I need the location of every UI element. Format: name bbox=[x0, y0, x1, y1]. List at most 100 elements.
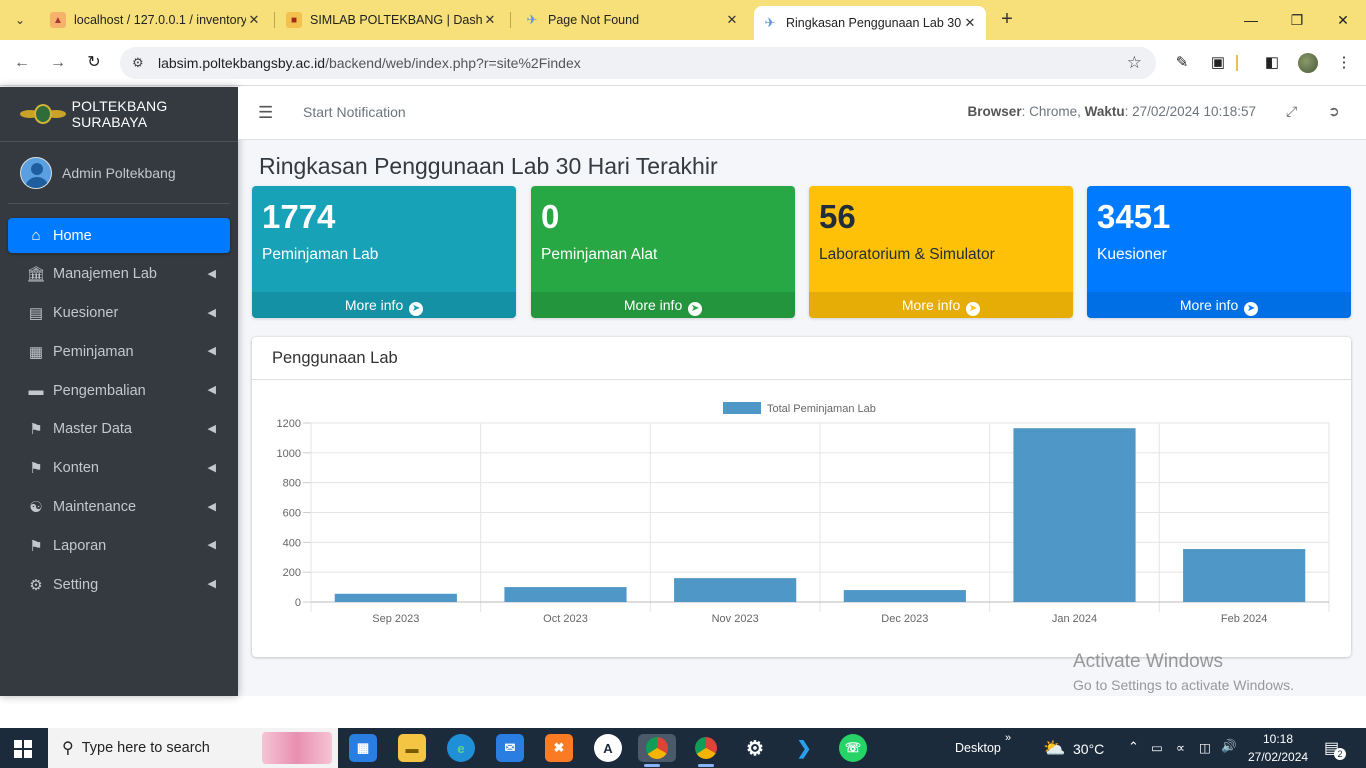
back-arrow-icon[interactable]: ← bbox=[10, 51, 34, 75]
chart-container: Total Peminjaman Lab 0 200 400 600 800 1000 120… bbox=[252, 381, 1351, 657]
sidebar-item-maintenance[interactable]: ☯ Maintenance ◀ bbox=[8, 490, 230, 525]
x-tick-label: Dec 2023 bbox=[881, 613, 928, 625]
app-launcher-icon[interactable]: A bbox=[594, 734, 622, 762]
x-tick-label: Jan 2024 bbox=[1052, 613, 1097, 625]
browser-toolbar: ← → ↻ ⚙ labsim.poltekbangsby.ac.id/backe… bbox=[0, 40, 1366, 86]
x-tick-label: Sep 2023 bbox=[372, 613, 419, 625]
sidebar-item-master-data[interactable]: ⚑ Master Data ◀ bbox=[8, 412, 230, 447]
forward-arrow-icon[interactable]: → bbox=[46, 51, 70, 75]
address-bar[interactable]: ⚙ labsim.poltekbangsby.ac.id/backend/web… bbox=[120, 47, 1156, 79]
clock-time[interactable]: 10:18 bbox=[1263, 732, 1293, 746]
lab-usage-bar-chart: Total Peminjaman Lab 0 200 400 600 800 1000 120… bbox=[277, 402, 1330, 625]
start-notification-link[interactable]: Start Notification bbox=[303, 104, 406, 120]
brand[interactable]: POLTEKBANG SURABAYA bbox=[0, 87, 238, 142]
sidebar-item-konten[interactable]: ⚑ Konten ◀ bbox=[8, 451, 230, 486]
arrow-circle-right-icon: ➤ bbox=[966, 302, 981, 316]
file-explorer-icon[interactable]: ▬ bbox=[398, 734, 426, 762]
store-app-icon[interactable]: ▦ bbox=[349, 734, 377, 762]
browser-tab-active[interactable]: ✈ Ringkasan Penggunaan Lab 30 ✕ bbox=[754, 6, 986, 40]
users-icon: ☯ bbox=[29, 499, 43, 517]
edge-browser-icon[interactable]: e bbox=[447, 734, 475, 762]
profile-avatar[interactable] bbox=[1298, 53, 1318, 73]
desktop-toolbar-label[interactable]: Desktop bbox=[955, 741, 1001, 755]
close-tab-icon[interactable]: ✕ bbox=[724, 12, 740, 28]
sidebar-item-kuesioner[interactable]: ▤ Kuesioner ◀ bbox=[8, 296, 230, 331]
browser-tab-page-not-found[interactable]: ✈ Page Not Found ✕ bbox=[516, 6, 748, 34]
hamburger-menu-icon[interactable]: ☰ bbox=[258, 103, 273, 123]
brand-text: POLTEKBANG SURABAYA bbox=[71, 98, 168, 130]
vscode-icon[interactable]: ❯ bbox=[790, 734, 818, 762]
user-panel[interactable]: Admin Poltekbang bbox=[8, 142, 230, 204]
weather-icon[interactable]: ⛅ bbox=[1043, 738, 1065, 759]
tab-title: SIMLAB POLTEKBANG | Dashbo bbox=[310, 13, 482, 27]
reload-icon[interactable]: ↻ bbox=[82, 51, 106, 75]
volume-icon[interactable]: 🔊 bbox=[1221, 739, 1237, 754]
more-info-link[interactable]: More info ➤ bbox=[531, 292, 795, 318]
legend-label: Total Peminjaman Lab bbox=[767, 403, 876, 415]
tab-title: Page Not Found bbox=[548, 13, 640, 27]
sidebar-item-manajemen-lab[interactable]: 🏛 Manajemen Lab ◀ bbox=[8, 257, 230, 292]
restore-window-icon[interactable]: ❐ bbox=[1282, 8, 1312, 32]
wifi-icon[interactable]: ∝ bbox=[1176, 740, 1185, 755]
chevron-left-icon: ◀ bbox=[207, 461, 216, 474]
tab-search-chevron-icon[interactable]: ⌄ bbox=[8, 8, 32, 32]
chrome-dev-icon[interactable] bbox=[638, 734, 676, 767]
sidebar-item-laporan[interactable]: ⚑ Laporan ◀ bbox=[8, 528, 230, 563]
battery-icon[interactable]: ▭ bbox=[1151, 740, 1163, 755]
taskbar-search-box[interactable]: ⚲ Type here to search bbox=[48, 728, 338, 768]
watermark-title: Activate Windows bbox=[1073, 651, 1223, 672]
more-menu-icon[interactable]: ⋮ bbox=[1334, 53, 1354, 73]
temperature-text[interactable]: 30°C bbox=[1073, 741, 1104, 757]
chevron-left-icon: ◀ bbox=[207, 422, 216, 435]
lab-usage-card: Penggunaan Lab Total Peminjaman Lab 0 200 4… bbox=[252, 337, 1351, 657]
clock-date[interactable]: 27/02/2024 bbox=[1248, 750, 1308, 764]
sidebar-item-label: Konten bbox=[53, 460, 99, 477]
card-title: Penggunaan Lab bbox=[252, 337, 1351, 380]
chevron-up-icon[interactable]: ⌃ bbox=[1128, 739, 1139, 755]
more-info-text: More info bbox=[901, 297, 961, 313]
xampp-icon[interactable]: ✖ bbox=[545, 734, 573, 762]
sidebar-item-setting[interactable]: ⚙ Setting ◀ bbox=[8, 567, 230, 602]
side-panel-icon[interactable]: ◧ bbox=[1262, 53, 1282, 73]
logout-icon[interactable]: ➲ bbox=[1328, 103, 1340, 120]
more-info-link[interactable]: More info ➤ bbox=[252, 292, 516, 318]
whatsapp-icon[interactable]: ☏ bbox=[839, 734, 867, 762]
bar bbox=[1013, 428, 1136, 602]
chevron-left-icon: ◀ bbox=[207, 384, 216, 397]
bar bbox=[504, 587, 627, 602]
sidebar-item-label: Kuesioner bbox=[53, 305, 119, 322]
more-info-link[interactable]: More info ➤ bbox=[809, 292, 1073, 318]
close-tab-icon[interactable]: ✕ bbox=[962, 15, 978, 31]
close-tab-icon[interactable]: ✕ bbox=[246, 12, 262, 28]
more-info-text: More info bbox=[623, 297, 683, 313]
windows-start-icon[interactable] bbox=[14, 740, 32, 758]
bookmark-star-icon[interactable]: ☆ bbox=[1127, 53, 1142, 73]
more-info-link[interactable]: More info ➤ bbox=[1087, 292, 1351, 318]
site-settings-icon[interactable]: ⚙ bbox=[132, 55, 148, 71]
archive-icon: ▦ bbox=[28, 343, 44, 361]
mail-app-icon[interactable]: ✉ bbox=[496, 734, 524, 762]
close-window-icon[interactable]: ✕ bbox=[1328, 8, 1358, 32]
browser-tab-phpmyadmin[interactable]: ▲ localhost / 127.0.0.1 / inventory ✕ bbox=[42, 6, 270, 34]
chevron-left-icon: ◀ bbox=[207, 578, 216, 591]
stat-label: Peminjaman Alat bbox=[541, 246, 658, 263]
chrome-icon[interactable] bbox=[692, 734, 720, 767]
new-tab-icon[interactable]: + bbox=[996, 8, 1018, 32]
extensions-puzzle-icon[interactable]: ▣ bbox=[1208, 53, 1228, 73]
browser-tab-simlab[interactable]: ■ SIMLAB POLTEKBANG | Dashbo ✕ bbox=[278, 6, 506, 34]
sidebar-item-pengembalian[interactable]: ▬ Pengembalian ◀ bbox=[8, 373, 230, 408]
stat-box-peminjaman-alat: 0 Peminjaman Alat More info ➤ bbox=[531, 186, 795, 318]
watermark-subtitle: Go to Settings to activate Windows. bbox=[1073, 677, 1294, 693]
sidebar-item-peminjaman[interactable]: ▦ Peminjaman ◀ bbox=[8, 334, 230, 369]
fullscreen-icon[interactable]: ⤢ bbox=[1286, 103, 1297, 120]
sidebar-item-home[interactable]: ⌂ Home bbox=[8, 218, 230, 253]
network-icon[interactable]: ◫ bbox=[1199, 740, 1211, 755]
sidebar-item-label: Master Data bbox=[53, 421, 132, 438]
minimize-window-icon[interactable]: — bbox=[1236, 8, 1266, 32]
bar bbox=[334, 593, 457, 602]
eyedropper-extension-icon[interactable]: ✎ bbox=[1172, 53, 1192, 73]
url-host: labsim.poltekbangsby.ac.id bbox=[158, 55, 326, 71]
settings-gear-icon[interactable]: ⚙ bbox=[741, 734, 769, 762]
chevron-double-right-icon[interactable]: » bbox=[1005, 732, 1011, 744]
close-tab-icon[interactable]: ✕ bbox=[482, 12, 498, 28]
